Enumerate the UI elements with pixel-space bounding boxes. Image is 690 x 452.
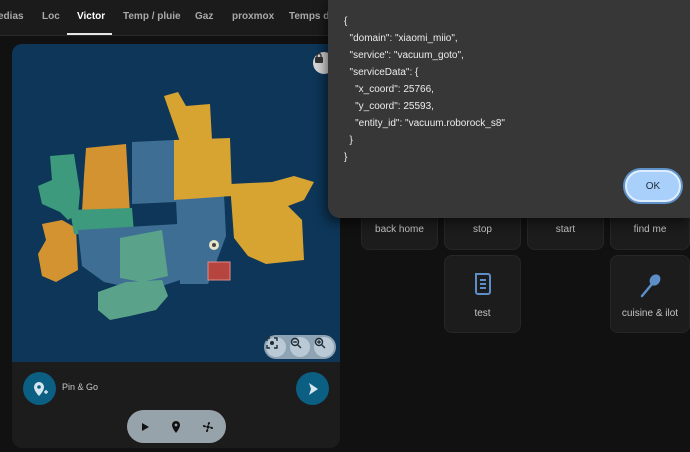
pin-and-go-button[interactable] [23,372,56,405]
tab-proxmox[interactable]: proxmox [232,11,274,22]
send-icon [308,382,318,395]
send-goto-button[interactable] [296,372,329,405]
vacuum-map-card: Pin & Go [12,44,340,448]
service-call-dialog: { "domain": "xiaomi_miio", "service": "v… [328,0,690,218]
zoom-controls [264,335,336,359]
fit-screen-icon [266,337,278,349]
fan-speed-button[interactable] [199,418,217,436]
zoom-in-icon [314,337,326,349]
tab-victor[interactable]: Victor [77,11,105,22]
zoom-out-icon [290,337,302,349]
vacuum-map[interactable] [12,44,340,362]
zoom-in-button[interactable] [314,337,334,357]
service-data-text: { "domain": "xiaomi_miio", "service": "v… [344,16,505,163]
tab-temp-pluie[interactable]: Temp / pluie [123,11,181,22]
script-icon [472,272,494,296]
fan-icon [202,421,214,433]
tab-gaz[interactable]: Gaz [195,11,213,22]
pin-icon [172,421,180,433]
mode-controls [127,410,226,443]
zoom-out-button[interactable] [290,337,310,357]
map-pin-plus-icon [33,381,48,396]
lock-icon [315,52,323,63]
pin-and-go-label: Pin & Go [62,382,99,392]
floor-plan-graphic [38,92,314,320]
active-tab-indicator [67,33,112,35]
play-icon [142,423,149,431]
goto-mode-button[interactable] [167,418,185,436]
start-mode-button[interactable] [136,418,154,436]
tab-medias[interactable]: edias [0,11,24,22]
tab-loc[interactable]: Loc [42,11,60,22]
cuisine-ilot-button[interactable]: cuisine & ilot [610,255,690,333]
ok-button[interactable]: OK [625,170,681,202]
fit-screen-button[interactable] [266,337,286,357]
broom-icon [638,272,662,298]
test-script-button[interactable]: test [444,255,521,333]
